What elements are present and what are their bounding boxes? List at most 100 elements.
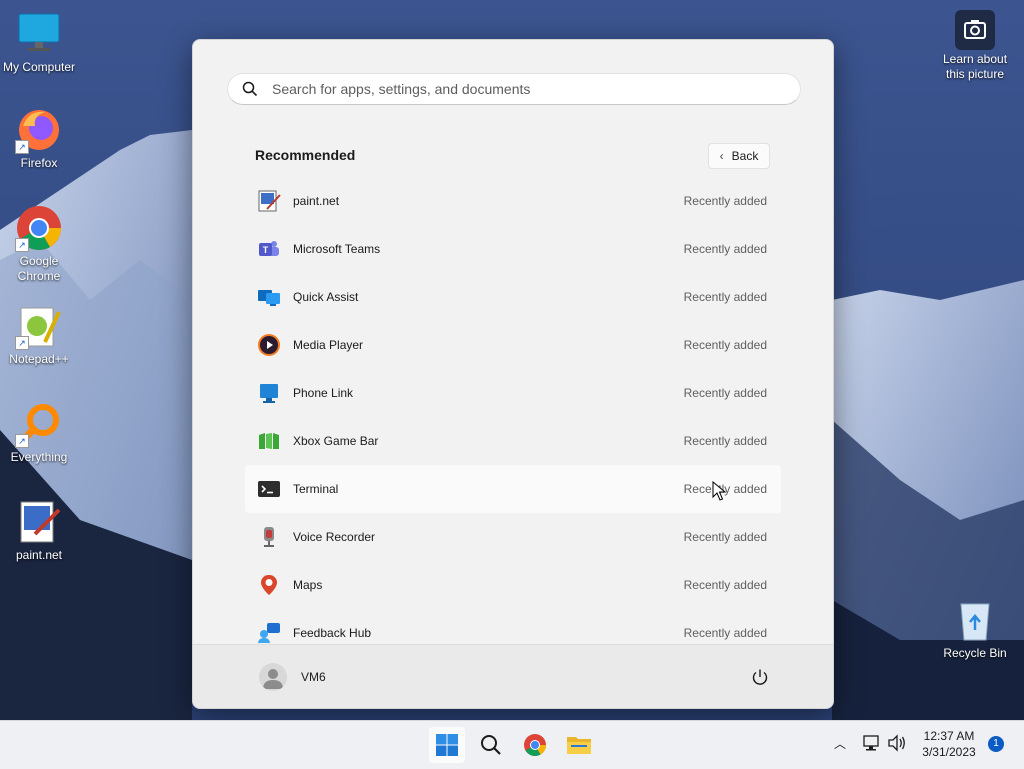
search-icon	[242, 81, 258, 97]
windows-start-icon	[436, 734, 458, 756]
app-name: Quick Assist	[293, 290, 359, 304]
mouse-cursor-icon	[712, 481, 726, 501]
teams-icon: T	[257, 237, 281, 261]
taskbar-search-button[interactable]	[473, 727, 509, 763]
shortcut-arrow-icon: ↗	[15, 434, 29, 448]
clock-date: 3/31/2023	[922, 745, 976, 759]
app-status: Recently added	[683, 578, 767, 592]
back-label: Back	[731, 149, 759, 163]
shortcut-arrow-icon: ↗	[15, 336, 29, 350]
recycle-bin-icon	[951, 596, 999, 644]
phone-link-icon	[257, 381, 281, 405]
app-name: Media Player	[293, 338, 364, 352]
chevron-up-icon[interactable]: ︿	[834, 735, 846, 752]
chevron-left-icon: ‹	[719, 149, 724, 163]
app-status: Recently added	[683, 338, 767, 352]
app-status: Recently added	[683, 242, 767, 256]
start-button[interactable]	[429, 727, 465, 763]
app-name: Feedback Hub	[293, 626, 372, 640]
list-item-terminal[interactable]: Terminal Recently added	[245, 465, 781, 513]
search-input[interactable]	[270, 80, 774, 98]
app-name: Phone Link	[293, 386, 354, 400]
desktop-icon-label: Google Chrome	[17, 254, 61, 283]
paintnet-icon	[257, 189, 281, 213]
app-name: Voice Recorder	[293, 530, 376, 544]
maps-icon	[257, 573, 281, 597]
list-item-paintnet[interactable]: paint.net Recently added	[245, 177, 781, 225]
taskbar: ︿ 12:37 AM 3/31/2023	[0, 720, 1024, 769]
list-item-feedback-hub[interactable]: Feedback Hub Recently added	[245, 609, 781, 643]
app-status: Recently added	[683, 530, 767, 544]
monitor-icon	[15, 10, 63, 58]
voice-recorder-icon	[257, 525, 281, 549]
clock-time: 12:37 AM	[923, 729, 975, 743]
desktop-icon-recycle-bin[interactable]: Recycle Bin	[937, 596, 1013, 661]
desktop-icon-label: Firefox	[20, 156, 58, 170]
power-button[interactable]	[750, 667, 770, 687]
app-status: Recently added	[683, 434, 767, 448]
notification-badge[interactable]: 1	[988, 736, 1004, 752]
desktop-icon-google-chrome[interactable]: ↗ Google Chrome	[1, 204, 77, 284]
user-icon	[263, 669, 283, 689]
list-item-media-player[interactable]: Media Player Recently added	[245, 321, 781, 369]
shortcut-arrow-icon: ↗	[15, 140, 29, 154]
media-player-icon	[257, 333, 281, 357]
desktop-icon-my-computer[interactable]: My Computer	[1, 10, 77, 75]
user-avatar[interactable]	[259, 663, 287, 691]
learn-about-label: Learn about this picture	[942, 52, 1008, 81]
file-explorer-icon	[567, 737, 591, 754]
app-name: paint.net	[293, 194, 340, 208]
list-item-maps[interactable]: Maps Recently added	[245, 561, 781, 609]
list-item-voice-recorder[interactable]: Voice Recorder Recently added	[245, 513, 781, 561]
desktop-icon-paintnet[interactable]: paint.net	[1, 498, 77, 563]
taskbar-clock[interactable]: 12:37 AM 3/31/2023	[912, 728, 986, 760]
taskbar-chrome-button[interactable]	[517, 727, 553, 763]
app-name: Microsoft Teams	[293, 242, 381, 256]
chrome-icon	[524, 734, 546, 756]
svg-text:T: T	[263, 245, 269, 255]
everything-search-icon: ↗	[15, 400, 63, 448]
list-item-phone-link[interactable]: Phone Link Recently added	[245, 369, 781, 417]
user-name[interactable]: VM6	[301, 670, 326, 684]
desktop-icon-label: Everything	[10, 450, 68, 464]
feedback-hub-icon	[257, 621, 281, 643]
power-icon	[752, 669, 768, 685]
desktop-icon-label: My Computer	[2, 60, 76, 74]
desktop-icon-firefox[interactable]: ↗ Firefox	[1, 106, 77, 171]
app-name: Terminal	[293, 482, 339, 496]
desktop-icon-notepadpp[interactable]: ↗ Notepad++	[1, 302, 77, 367]
firefox-icon: ↗	[15, 106, 63, 154]
taskbar-file-explorer-button[interactable]	[561, 727, 597, 763]
desktop-icon-label: Notepad++	[9, 352, 69, 366]
app-name: Xbox Game Bar	[293, 434, 379, 448]
desktop-icon-label: paint.net	[15, 548, 63, 562]
camera-icon	[955, 10, 995, 50]
shortcut-arrow-icon: ↗	[15, 238, 29, 252]
list-item-microsoft-teams[interactable]: T Microsoft Teams Recently added	[245, 225, 781, 273]
back-button[interactable]: ‹ Back	[708, 143, 770, 169]
recommended-heading: Recommended	[255, 147, 356, 163]
desktop-icon-everything[interactable]: ↗ Everything	[1, 400, 77, 465]
paintnet-icon	[15, 498, 63, 546]
app-status: Recently added	[683, 290, 767, 304]
start-menu-footer: VM6	[193, 644, 833, 708]
xbox-game-bar-icon	[257, 429, 281, 453]
learn-about-picture[interactable]: Learn about this picture	[937, 10, 1013, 82]
network-icon[interactable]	[862, 734, 882, 755]
list-item-quick-assist[interactable]: Quick Assist Recently added	[245, 273, 781, 321]
search-box[interactable]	[227, 73, 801, 105]
start-menu: Recommended ‹ Back paint.net Recently ad…	[192, 39, 834, 709]
chrome-icon: ↗	[15, 204, 63, 252]
notepadpp-icon: ↗	[15, 302, 63, 350]
app-status: Recently added	[683, 194, 767, 208]
recycle-bin-label: Recycle Bin	[943, 646, 1007, 660]
volume-icon[interactable]	[887, 734, 907, 755]
app-status: Recently added	[683, 386, 767, 400]
app-status: Recently added	[683, 626, 767, 640]
recommended-list: paint.net Recently added T Microsoft Tea…	[245, 177, 781, 643]
list-item-xbox-game-bar[interactable]: Xbox Game Bar Recently added	[245, 417, 781, 465]
search-icon	[481, 735, 501, 755]
quick-assist-icon	[257, 285, 281, 309]
app-name: Maps	[293, 578, 323, 592]
terminal-icon	[257, 477, 281, 501]
